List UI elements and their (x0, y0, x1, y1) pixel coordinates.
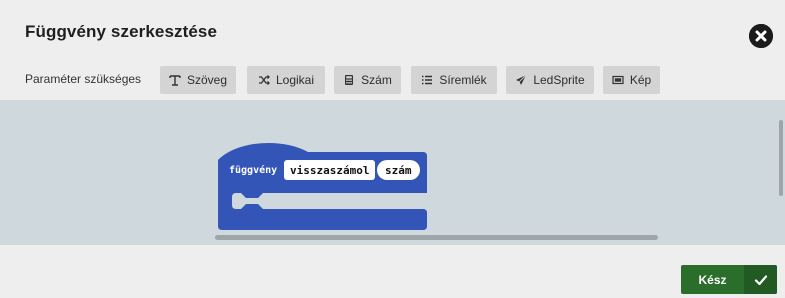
parameter-chip[interactable]: szám (377, 160, 420, 180)
shuffle-icon (258, 74, 270, 86)
add-boolean-param-button[interactable]: Logikai (247, 66, 325, 94)
add-ledsprite-param-button[interactable]: LedSprite (506, 66, 594, 94)
calculator-icon (343, 74, 355, 86)
paper-plane-icon (515, 74, 527, 86)
done-label: Kész (698, 272, 727, 287)
image-icon (612, 74, 624, 86)
close-button[interactable] (749, 24, 773, 48)
block-workspace[interactable]: függvény visszaszámol szám (0, 100, 785, 245)
function-definition-block[interactable] (218, 138, 430, 234)
text-icon (169, 74, 181, 86)
function-name-field[interactable]: visszaszámol (284, 160, 376, 180)
block-keyword: függvény (229, 165, 278, 176)
list-icon (421, 74, 433, 86)
add-number-param-button[interactable]: Szám (334, 66, 401, 94)
add-text-param-button[interactable]: Szöveg (160, 66, 236, 94)
add-text-param-label: Szöveg (186, 73, 228, 87)
add-image-param-label: Kép (629, 73, 652, 87)
parameter-label: Paraméter szükséges (25, 72, 142, 86)
horizontal-scrollbar[interactable] (215, 235, 658, 240)
vertical-scrollbar[interactable] (779, 120, 783, 196)
checkmark-icon (744, 265, 777, 294)
close-circle-icon (749, 24, 773, 48)
add-array-param-button[interactable]: Síremlék (411, 66, 497, 94)
add-ledsprite-param-label: LedSprite (533, 73, 585, 87)
add-number-param-label: Szám (361, 73, 392, 87)
parameter-toolbar: Paraméter szükséges Szöveg Logikai Szám … (0, 60, 785, 100)
dialog-footer: Kész (0, 245, 785, 298)
dialog-header: Függvény szerkesztése (0, 0, 785, 60)
add-boolean-param-label: Logikai (275, 73, 315, 87)
done-button[interactable]: Kész (681, 265, 777, 294)
dialog-title: Függvény szerkesztése (25, 22, 218, 41)
edit-function-dialog: Függvény szerkesztése Paraméter szüksége… (0, 0, 785, 298)
add-image-param-button[interactable]: Kép (603, 66, 660, 94)
add-array-param-label: Síremlék (439, 73, 487, 87)
